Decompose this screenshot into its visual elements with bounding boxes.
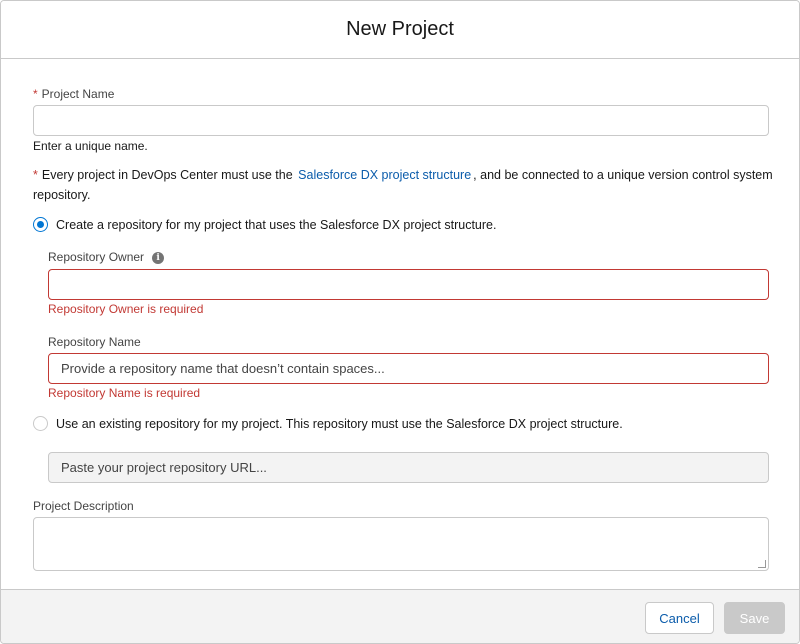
existing-repository-radio[interactable] [33, 416, 48, 431]
required-mark: * [33, 87, 38, 101]
option-existing-repository[interactable]: Use an existing repository for my projec… [33, 416, 623, 431]
project-name-help: Enter a unique name. [33, 139, 148, 153]
info-icon[interactable]: i [152, 251, 165, 264]
repository-url-input[interactable] [48, 452, 769, 483]
repository-owner-error: Repository Owner is required [48, 302, 204, 316]
cancel-button[interactable]: Cancel [645, 602, 714, 634]
repository-name-error: Repository Name is required [48, 386, 201, 400]
required-mark: * [33, 168, 38, 182]
repository-name-label: Repository Name [48, 335, 141, 349]
structure-note-text-before: Every project in DevOps Center must use … [41, 168, 293, 182]
structure-note: * Every project in DevOps Center must use… [33, 165, 773, 205]
project-description-label: Project Description [33, 499, 134, 513]
repository-name-input[interactable] [48, 353, 769, 384]
modal-footer: Cancel Save [1, 589, 799, 643]
create-repository-label: Create a repository for my project that … [56, 217, 497, 232]
repository-owner-input[interactable] [48, 269, 769, 300]
option-create-repository[interactable]: Create a repository for my project that … [33, 217, 496, 232]
resize-grip-icon[interactable] [758, 560, 766, 568]
modal-header: New Project [1, 1, 799, 59]
project-name-input[interactable] [33, 105, 769, 136]
repository-owner-label: Repository Owner i [48, 250, 165, 264]
modal-title: New Project [346, 18, 454, 40]
modal-body: * Project Name Enter a unique name. * Ever… [1, 59, 799, 589]
new-project-modal: New Project * Project Name Enter a unique… [0, 0, 800, 644]
repository-owner-label-text: Repository Owner [48, 250, 145, 264]
save-button[interactable]: Save [724, 602, 785, 634]
project-description-textarea[interactable] [33, 517, 769, 571]
salesforce-dx-structure-link[interactable]: Salesforce DX project structure [298, 168, 471, 182]
create-repository-radio[interactable] [33, 217, 48, 232]
project-name-label-text: Project Name [41, 87, 115, 101]
existing-repository-label: Use an existing repository for my projec… [56, 416, 623, 431]
project-name-label: * Project Name [33, 87, 114, 101]
